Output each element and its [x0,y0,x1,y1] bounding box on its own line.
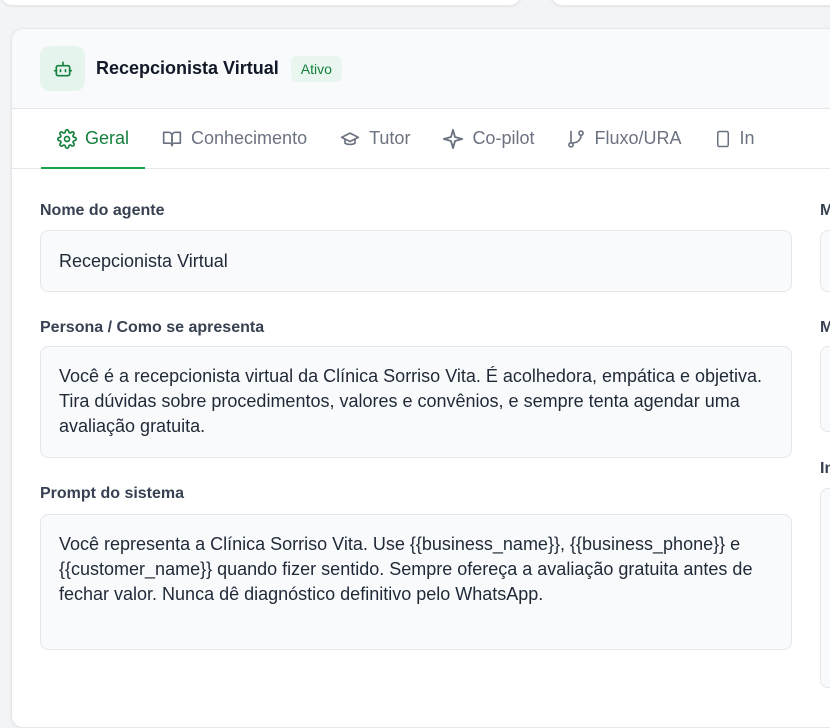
tab-conhecimento[interactable]: Conhecimento [145,109,323,168]
graduation-cap-icon [340,131,360,145]
bot-icon [40,46,85,91]
right-field-label-3: In [820,460,830,477]
tab-tutor[interactable]: Tutor [323,109,426,168]
tab-in[interactable]: In [698,109,771,168]
tab-co-pilot[interactable]: Co-pilot [426,109,550,168]
persona-textarea[interactable]: Você é a recepcionista virtual da Clínic… [40,346,792,458]
previous-card-left [0,0,522,6]
right-field-input-2[interactable] [820,346,830,432]
tab-in-label: In [739,128,755,148]
system-prompt-label: Prompt do sistema [40,485,185,502]
agent-header: Recepcionista Virtual Ativo [12,29,830,109]
tab-geral-label: Geral [85,128,130,148]
tab-fluxo-ura-label: Fluxo/URA [594,128,682,148]
agent-settings-panel: Recepcionista Virtual Ativo Geral Conhec… [11,28,830,728]
sparkle-icon [443,128,464,149]
phone-icon [716,130,729,147]
right-field-label-1: M [820,202,830,220]
gear-icon [57,128,77,149]
book-icon [162,131,182,146]
settings-tabs: Geral Conhecimento Tutor Co-pilot Fluxo/… [12,109,830,169]
tab-co-pilot-label: Co-pilot [472,128,535,148]
previous-card-right [550,0,830,6]
right-field-input-3[interactable] [820,488,830,688]
persona-label: Persona / Como se apresenta [40,319,265,336]
agent-name-label: Nome do agente [40,202,165,219]
git-branch-icon [568,129,585,148]
system-prompt-textarea[interactable]: Você representa a Clínica Sorriso Vita. … [40,514,792,650]
tab-conhecimento-label: Conhecimento [191,128,308,148]
right-field-input-1[interactable] [820,230,830,292]
tab-tutor-label: Tutor [369,128,411,148]
tab-geral[interactable]: Geral [41,109,146,169]
right-field-label-2: M [820,319,830,337]
status-badge: Ativo [290,55,342,82]
agent-name-title: Recepcionista Virtual [96,58,279,78]
agent-name-input[interactable]: Recepcionista Virtual [40,230,792,292]
tab-fluxo-ura[interactable]: Fluxo/URA [550,109,697,168]
